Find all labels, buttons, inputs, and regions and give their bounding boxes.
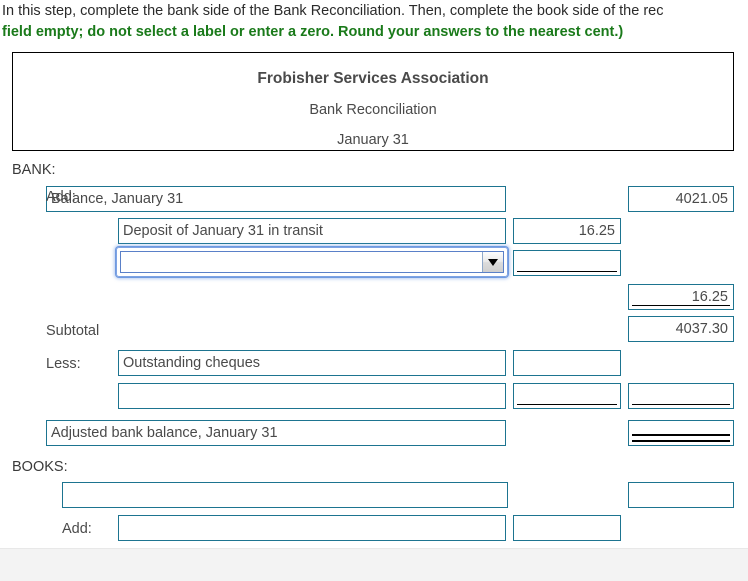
- bank-section-heading: BANK:: [12, 162, 56, 178]
- chevron-down-icon: [488, 258, 498, 266]
- books-add-amount-input[interactable]: [513, 515, 621, 541]
- instruction-line-1: In this step, complete the bank side of …: [2, 3, 664, 19]
- bank-less-outstanding-amount-input[interactable]: [513, 350, 621, 376]
- bank-balance-label-input[interactable]: Balance, January 31: [46, 186, 506, 212]
- company-name: Frobisher Services Association: [257, 70, 489, 87]
- bank-add-total-amount-input[interactable]: 16.25: [628, 284, 734, 310]
- bank-add-deposit-amount-input[interactable]: 16.25: [513, 218, 621, 244]
- statement-date: January 31: [337, 132, 409, 148]
- bank-less-outstanding-label-input[interactable]: Outstanding cheques: [118, 350, 506, 376]
- page-bottom-band: [0, 548, 748, 581]
- adjusted-bank-balance-label-input[interactable]: Adjusted bank balance, January 31: [46, 420, 506, 446]
- bank-less-total-amount-input[interactable]: [628, 383, 734, 409]
- bank-add-second-amount-input[interactable]: [513, 250, 621, 276]
- statement-header-box: Frobisher Services Association Bank Reco…: [12, 52, 734, 151]
- bank-subtotal-amount-input[interactable]: 4037.30: [628, 316, 734, 342]
- books-balance-amount-input[interactable]: [628, 482, 734, 508]
- books-section-heading: BOOKS:: [12, 459, 68, 475]
- bank-less-blank-label-input[interactable]: [118, 383, 506, 409]
- books-add-label-input[interactable]: [118, 515, 506, 541]
- bank-add-deposit-label-input[interactable]: Deposit of January 31 in transit: [118, 218, 506, 244]
- bank-add-row-label: Add:: [46, 189, 76, 205]
- bank-less-row-label: Less:: [46, 356, 81, 372]
- instruction-line-2: field empty; do not select a label or en…: [2, 24, 624, 40]
- books-add-row-label: Add:: [62, 521, 92, 537]
- instructions-block: In this step, complete the bank side of …: [0, 0, 748, 43]
- books-balance-label-input[interactable]: [62, 482, 508, 508]
- select-dropdown-button[interactable]: [482, 252, 503, 272]
- statement-title: Bank Reconciliation: [309, 102, 437, 118]
- bank-subtotal-row-label: Subtotal: [46, 323, 100, 339]
- bank-add-label-select[interactable]: [116, 247, 508, 277]
- select-inner[interactable]: [120, 251, 504, 273]
- bank-balance-amount-input[interactable]: 4021.05: [628, 186, 734, 212]
- bank-less-blank-amount-input[interactable]: [513, 383, 621, 409]
- adjusted-bank-balance-amount-input[interactable]: [628, 420, 734, 446]
